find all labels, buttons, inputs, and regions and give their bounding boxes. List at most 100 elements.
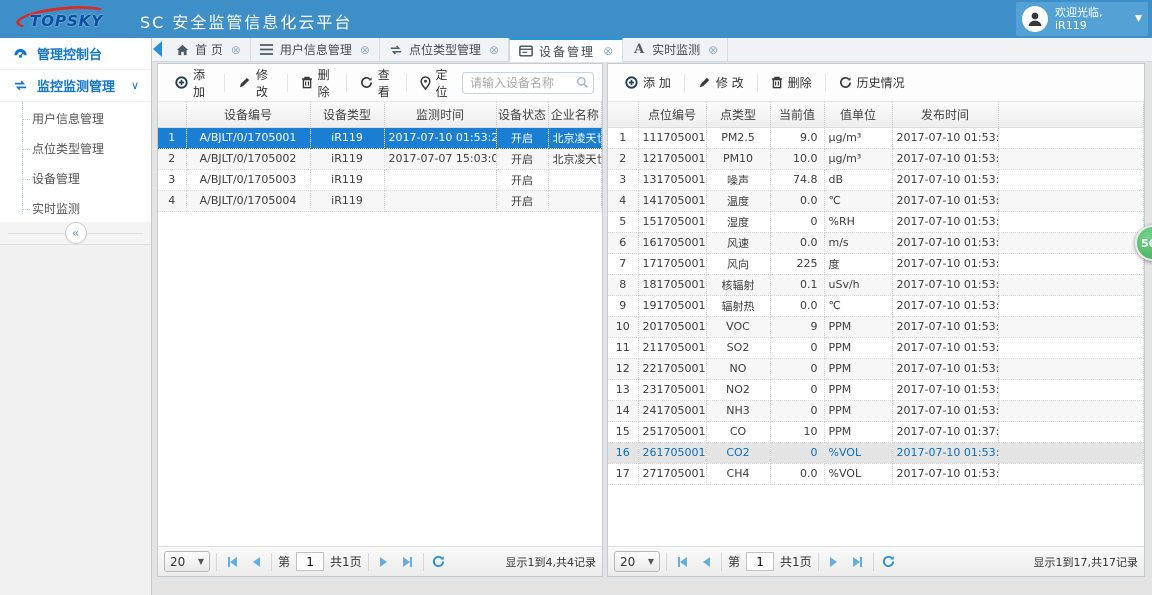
next-page-button[interactable] [375,553,393,571]
tab-label: 点位类型管理 [408,43,481,57]
add-button[interactable]: 添 加 [616,69,680,96]
column-header[interactable]: 点位编号 [638,102,707,128]
delete-button[interactable]: 删除 [762,69,821,96]
table-row[interactable]: 5151705001湿度0%RH2017-07-10 01:53:22 [608,211,1144,233]
table-row[interactable]: 3131705001噪声74.8dB2017-07-10 01:53:22 [608,169,1144,191]
sidebar-item-console[interactable]: 管理控制台 [0,38,151,70]
cell-id: 111705001 [638,127,707,149]
cell-type: NH3 [706,400,771,422]
first-page-button[interactable] [223,553,241,571]
table-row[interactable]: 3 A/BJLT/0/1705003 iR119 开启 [158,169,602,191]
sidebar-item-monitor-mgmt[interactable]: 监控监测管理 ∨ [0,70,151,102]
page-number-input[interactable] [746,552,775,571]
column-header[interactable] [998,102,1144,128]
cell-id: 241705001 [638,400,707,422]
page-number-input[interactable] [296,552,325,571]
page-size-select[interactable]: 20 ▼ [164,551,210,572]
table-row[interactable]: 1111705001PM2.59.0μg/m³2017-07-10 01:53:… [608,127,1144,149]
row-number: 1 [158,127,187,149]
cell-time: 2017-07-10 01:53:22 [892,442,999,464]
history-button[interactable]: 历史情况 [830,69,914,96]
cell-value: 0.0 [770,232,825,254]
table-row[interactable]: 9191705001辐射热0.0℃2017-07-10 01:53:21 [608,295,1144,317]
table-row[interactable]: 11211705001SO20PPM2017-07-10 01:53:22 [608,337,1144,359]
tab-user-info[interactable]: 用户信息管理 ⊗ [251,38,380,61]
column-header[interactable]: 发布时间 [892,102,999,128]
table-row[interactable]: 12221705001NO0PPM2017-07-10 01:53:21 [608,358,1144,380]
last-page-button[interactable] [849,553,867,571]
column-header[interactable] [608,102,639,128]
welcome-text: 欢迎光临, [1055,6,1103,19]
tab-home[interactable]: 首 页 ⊗ [166,38,251,61]
column-header[interactable]: 设备编号 [186,102,311,128]
divider [216,552,217,571]
sidebar-item-device-mgmt[interactable]: 设备管理 [0,164,151,194]
column-header[interactable] [158,102,187,128]
prev-page-button[interactable] [697,553,715,571]
device-icon [519,45,533,58]
view-button[interactable]: 查看 [351,61,402,105]
search-input[interactable] [462,71,594,94]
last-page-button[interactable] [399,553,417,571]
column-header[interactable]: 值单位 [824,102,893,128]
column-header[interactable]: 设备类型 [310,102,385,128]
cell-type: SO2 [706,337,771,359]
page-total-label: 共1页 [780,555,812,569]
table-row[interactable]: 1 A/BJLT/0/1705001 iR119 2017-07-10 01:53:2… [158,127,602,149]
cell-type: 湿度 [706,211,771,233]
close-icon[interactable]: ⊗ [231,44,241,56]
table-row[interactable]: 16261705001CO20%VOL2017-07-10 01:53:22 [608,442,1144,464]
column-header[interactable]: 当前值 [770,102,825,128]
next-page-button[interactable] [825,553,843,571]
row-number: 9 [608,295,639,317]
cell-empty [998,358,1144,380]
tab-device-mgmt[interactable]: 设备管理 ⊗ [509,38,624,62]
sidebar-item-user-info[interactable]: 用户信息管理 [0,104,151,134]
table-row[interactable]: 13231705001NO20PPM2017-07-10 01:53:22 [608,379,1144,401]
dashboard-icon [14,48,27,58]
table-row[interactable]: 4 A/BJLT/0/1705004 iR119 开启 [158,190,602,212]
table-row[interactable]: 17271705001CH40.0%VOL2017-07-10 01:53:21 [608,463,1144,485]
column-header[interactable]: 点类型 [706,102,771,128]
trash-icon [301,76,312,89]
column-header[interactable]: 设备状态 [496,102,549,128]
refresh-button[interactable] [880,553,898,571]
home-icon [175,43,189,56]
table-row[interactable]: 6161705001风速0.0m/s2017-07-10 01:53:21 [608,232,1144,254]
edit-button[interactable]: 修 改 [689,69,753,96]
table-row[interactable]: 10201705001VOC9PPM2017-07-10 01:53:22 [608,316,1144,338]
table-row[interactable]: 7171705001风向225度2017-07-10 01:53:21 [608,253,1144,275]
search-icon[interactable] [576,76,589,89]
close-icon[interactable]: ⊗ [360,44,370,56]
locate-button[interactable]: 定位 [411,61,460,105]
sidebar-item-realtime[interactable]: 实时监测 [0,194,151,224]
table-row[interactable]: 15251705001CO10PPM2017-07-10 01:37:01 [608,421,1144,443]
close-icon[interactable]: ⊗ [603,45,613,57]
panel-collapse-arrow[interactable] [153,41,162,57]
first-page-button[interactable] [673,553,691,571]
user-menu[interactable]: 欢迎光临, iR119 ▼ [1016,2,1148,36]
close-icon[interactable]: ⊗ [489,44,499,56]
delete-button[interactable]: 删除 [292,61,342,105]
divider [666,552,667,571]
close-icon[interactable]: ⊗ [708,44,718,56]
column-header[interactable]: 监测时间 [384,102,497,128]
tab-point-type[interactable]: 点位类型管理 ⊗ [380,38,510,61]
refresh-button[interactable] [430,553,448,571]
row-number: 4 [608,190,639,212]
sidebar-collapse-button[interactable]: « [64,222,87,244]
column-header[interactable]: 企业名称 [548,102,602,128]
table-row[interactable]: 8181705001核辐射0.1uSv/h2017-07-10 01:53:21 [608,274,1144,296]
cell-empty [998,463,1144,485]
tab-realtime[interactable]: A 实时监测 ⊗ [623,38,729,61]
add-button[interactable]: 添 加 [166,61,220,105]
edit-button[interactable]: 修 改 [229,61,283,105]
page-size-select[interactable]: 20 ▼ [614,551,660,572]
table-row[interactable]: 2 A/BJLT/0/1705002 iR119 2017-07-07 15:03:0… [158,148,602,170]
sidebar-item-point-type[interactable]: 点位类型管理 [0,134,151,164]
table-row[interactable]: 4141705001温度0.0℃2017-07-10 01:53:22 [608,190,1144,212]
table-row[interactable]: 14241705001NH30PPM2017-07-10 01:53:21 [608,400,1144,422]
prev-page-button[interactable] [247,553,265,571]
table-row[interactable]: 2121705001PM1010.0μg/m³2017-07-10 01:53:… [608,148,1144,170]
cell-id: 191705001 [638,295,707,317]
